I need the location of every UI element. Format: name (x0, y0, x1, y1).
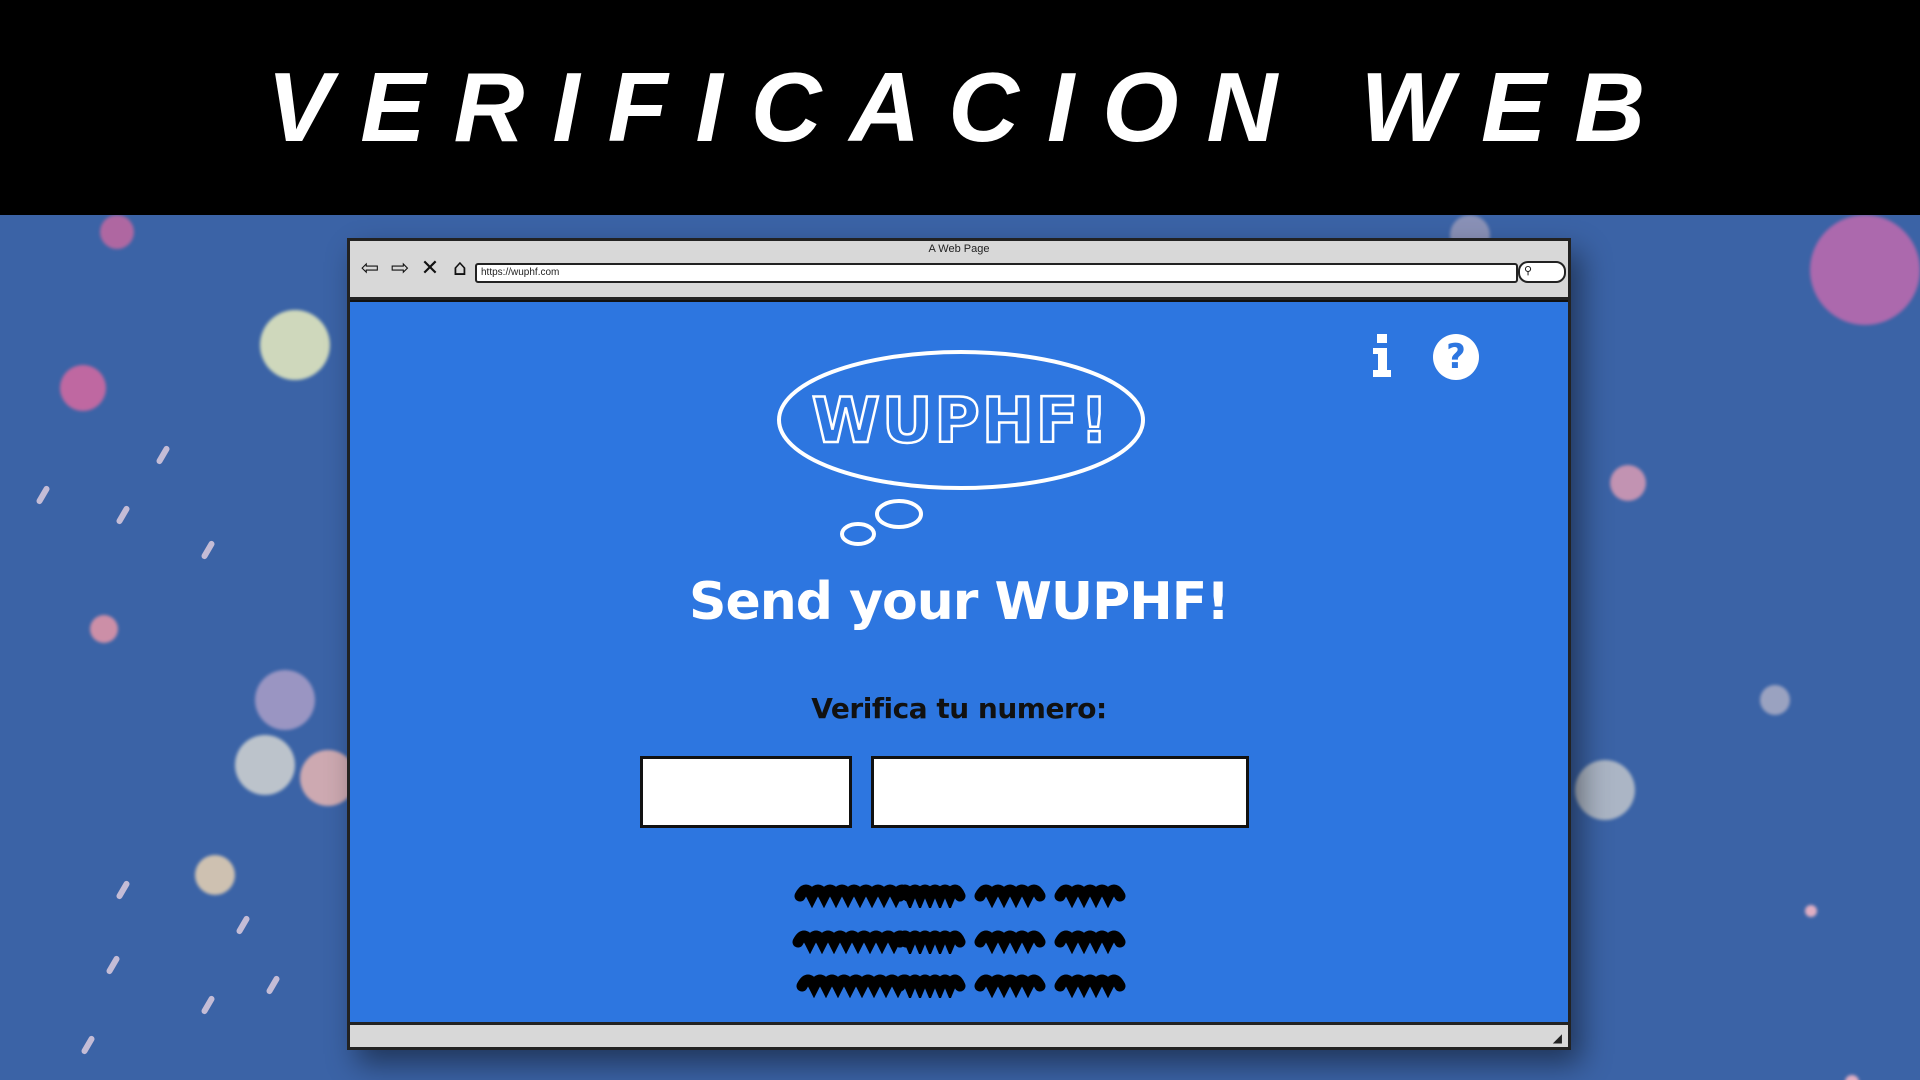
bokeh-dot (1845, 1075, 1859, 1080)
confetti-streak (235, 914, 251, 936)
back-arrow-icon[interactable]: ⇦ (358, 257, 382, 281)
bokeh-dot (195, 855, 235, 895)
confetti-streak (155, 444, 171, 466)
bokeh-dot (100, 215, 134, 249)
help-icon[interactable]: ? (1433, 334, 1479, 380)
confetti-streak (200, 539, 216, 561)
bokeh-dot (1610, 465, 1646, 501)
stop-icon[interactable]: ✕ (418, 257, 442, 281)
bokeh-dot (60, 365, 106, 411)
verify-label: Verifica tu numero: (811, 692, 1107, 725)
confetti-streak (115, 504, 131, 526)
info-icon[interactable] (1370, 334, 1394, 378)
bokeh-dot (260, 310, 330, 380)
phone-number-field[interactable] (871, 756, 1249, 828)
phone-number-input[interactable] (874, 759, 1246, 825)
confetti-streak (105, 954, 121, 976)
page-content: ? WUPHF! Send your WUPHF! Verifica tu nu… (350, 300, 1568, 1027)
confetti-streak (115, 879, 131, 901)
thought-bubble-icon: WUPHF! (777, 350, 1145, 546)
confetti-streak (200, 994, 216, 1016)
forward-arrow-icon[interactable]: ⇨ (388, 257, 412, 281)
country-code-input[interactable] (643, 759, 849, 825)
title-banner: VERIFICACION WEB (0, 0, 1920, 215)
banner-title: VERIFICACION WEB (266, 52, 1674, 162)
search-icon: ⚲ (1524, 265, 1533, 277)
confetti-streak (265, 974, 281, 996)
browser-window-title: A Web Page (928, 243, 990, 255)
browser-status-bar: ◢ (350, 1022, 1568, 1047)
browser-search-button[interactable]: ⚲ (1518, 261, 1566, 283)
bokeh-dot (90, 615, 118, 643)
confetti-streak (80, 1034, 96, 1056)
bokeh-dot (255, 670, 315, 730)
bokeh-dot (1810, 215, 1920, 325)
bokeh-dot (1760, 685, 1790, 715)
browser-window: A Web Page ⇦ ⇨ ✕ ⌂ https://wuphf.com ⚲ ? (347, 238, 1571, 1050)
bokeh-dot (1575, 760, 1635, 820)
wuphf-logo: WUPHF! (775, 350, 1147, 550)
resize-grip-icon[interactable]: ◢ (1553, 1031, 1562, 1045)
placeholder-scribble (794, 884, 1126, 908)
address-bar[interactable]: https://wuphf.com (475, 263, 1518, 283)
bokeh-dot (1805, 905, 1817, 917)
home-icon[interactable]: ⌂ (448, 257, 472, 281)
placeholder-scribble (792, 930, 1126, 954)
browser-chrome: A Web Page ⇦ ⇨ ✕ ⌂ https://wuphf.com ⚲ (350, 241, 1568, 300)
bokeh-dot (235, 735, 295, 795)
confetti-streak (35, 484, 51, 506)
country-code-field[interactable] (640, 756, 852, 828)
page-headline: Send your WUPHF! (689, 572, 1230, 632)
browser-nav-buttons: ⇦ ⇨ ✕ ⌂ (358, 257, 472, 281)
placeholder-scribble (796, 974, 1126, 998)
logo-text: WUPHF! (812, 384, 1111, 457)
